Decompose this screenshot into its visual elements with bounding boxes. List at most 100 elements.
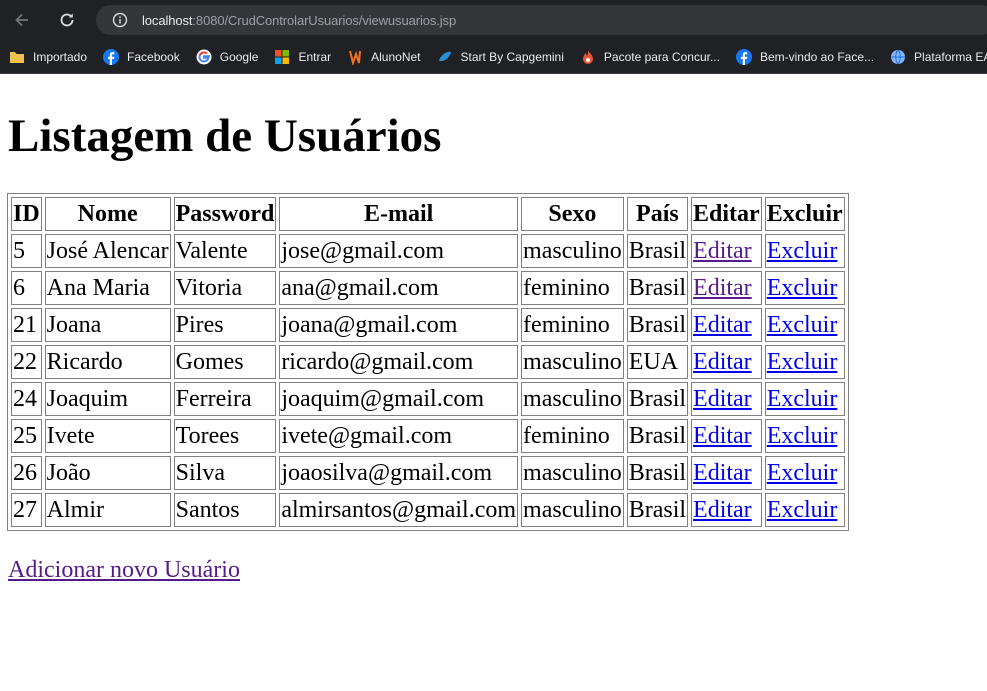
column-header: Editar	[691, 197, 762, 231]
edit-link[interactable]: Editar	[693, 386, 752, 412]
bookmark-item[interactable]: Entrar	[274, 49, 331, 65]
cell-nome: José Alencar	[44, 234, 171, 268]
cell-editar: Editar	[691, 382, 762, 416]
table-body: 5 José Alencar Valente jose@gmail.com mascul…	[11, 234, 845, 527]
cell-email: ricardo@gmail.com	[279, 345, 519, 379]
column-header: ID	[11, 197, 42, 231]
bookmark-label: Entrar	[298, 49, 332, 64]
cell-excluir: Excluir	[764, 234, 845, 268]
cell-excluir: Excluir	[764, 456, 845, 490]
cell-email: almirsantos@gmail.com	[279, 493, 519, 527]
delete-link[interactable]: Excluir	[767, 349, 838, 375]
cell-excluir: Excluir	[764, 271, 845, 305]
cell-editar: Editar	[691, 234, 762, 268]
delete-link[interactable]: Excluir	[767, 386, 838, 412]
bookmark-item[interactable]: Pacote para Concur...	[580, 49, 720, 65]
bookmark-item[interactable]: Plataforma EAD	[890, 49, 987, 65]
bookmark-label: Pacote para Concur...	[603, 49, 720, 64]
page-title: Listagem de Usuários	[8, 110, 442, 162]
cell-sexo: feminino	[521, 271, 624, 305]
cell-editar: Editar	[691, 456, 762, 490]
cell-nome: João	[44, 456, 171, 490]
cell-password: Ferreira	[173, 382, 277, 416]
cell-pais: Brasil	[626, 234, 689, 268]
edit-link[interactable]: Editar	[693, 238, 752, 264]
cell-id: 26	[11, 456, 42, 490]
edit-link[interactable]: Editar	[693, 275, 752, 301]
page-content: Listagem de Usuários ID Nome Password E-mai…	[0, 109, 987, 584]
cell-pais: Brasil	[626, 308, 689, 342]
delete-link[interactable]: Excluir	[767, 238, 838, 264]
cell-id: 25	[11, 419, 42, 453]
delete-link[interactable]: Excluir	[767, 423, 838, 449]
bookmark-label: Importado	[33, 49, 88, 64]
delete-link[interactable]: Excluir	[767, 460, 838, 486]
cell-password: Valente	[173, 234, 277, 268]
cell-id: 5	[11, 234, 42, 268]
delete-link[interactable]: Excluir	[767, 312, 838, 338]
cell-id: 6	[11, 271, 42, 305]
url-host: localhost	[142, 12, 193, 28]
bookmarks-bar: Importado Facebook Google Entrar AlunoNet Sta…	[0, 40, 987, 74]
browser-chrome: localhost:8080/CrudControlarUsuarios/vie…	[0, 0, 987, 74]
cell-excluir: Excluir	[764, 382, 845, 416]
table-row: 22 Ricardo Gomes ricardo@gmail.com masculino…	[11, 345, 845, 379]
table-row: 26 João Silva joaosilva@gmail.com masculino B…	[11, 456, 845, 490]
cell-pais: Brasil	[626, 382, 689, 416]
cell-sexo: masculino	[521, 456, 624, 490]
cell-excluir: Excluir	[764, 345, 845, 379]
info-icon[interactable]	[112, 12, 128, 28]
bookmark-item[interactable]: Start By Capgemini	[437, 49, 564, 65]
add-user-link[interactable]: Adicionar novo Usuário	[8, 557, 240, 584]
globe-icon	[890, 49, 906, 65]
cell-nome: Joana	[44, 308, 171, 342]
back-button[interactable]	[10, 8, 34, 32]
arrow-left-icon	[15, 13, 28, 27]
url-path: :8080/CrudControlarUsuarios/viewusuarios…	[192, 12, 457, 28]
cell-sexo: masculino	[521, 382, 624, 416]
cell-password: Vitoria	[173, 271, 277, 305]
cell-sexo: feminino	[521, 419, 624, 453]
address-bar[interactable]: localhost:8080/CrudControlarUsuarios/vie…	[96, 5, 987, 35]
bookmark-item[interactable]: Importado	[9, 49, 87, 65]
facebook-icon	[735, 48, 752, 65]
bookmark-label: Plataforma EAD	[914, 49, 987, 64]
bookmark-item[interactable]: Bem-vindo ao Face...	[735, 48, 874, 65]
cell-email: joaosilva@gmail.com	[279, 456, 519, 490]
bookmark-label: Google	[219, 49, 259, 64]
bookmark-item[interactable]: AlunoNet	[347, 49, 421, 65]
edit-link[interactable]: Editar	[693, 312, 752, 338]
bookmark-item[interactable]: Facebook	[103, 48, 180, 65]
cell-email: jose@gmail.com	[279, 234, 519, 268]
edit-link[interactable]: Editar	[693, 349, 752, 375]
cell-excluir: Excluir	[764, 493, 845, 527]
cell-nome: Joaquim	[44, 382, 171, 416]
cell-password: Torees	[173, 419, 277, 453]
cell-excluir: Excluir	[764, 308, 845, 342]
delete-link[interactable]: Excluir	[767, 275, 838, 301]
edit-link[interactable]: Editar	[693, 423, 752, 449]
delete-link[interactable]: Excluir	[767, 497, 838, 523]
column-header: Password	[173, 197, 277, 231]
cell-pais: Brasil	[626, 493, 689, 527]
bookmark-item[interactable]: Google	[196, 49, 259, 65]
cell-pais: Brasil	[626, 271, 689, 305]
url-text[interactable]: localhost:8080/CrudControlarUsuarios/vie…	[142, 13, 456, 28]
cell-sexo: masculino	[521, 345, 624, 379]
column-header: E-mail	[279, 197, 519, 231]
cell-excluir: Excluir	[764, 419, 845, 453]
edit-link[interactable]: Editar	[693, 497, 752, 523]
cell-editar: Editar	[691, 419, 762, 453]
table-row: 5 José Alencar Valente jose@gmail.com mascul…	[11, 234, 845, 268]
users-table: ID Nome Password E-mail Sexo País Editar Exclui…	[7, 193, 849, 531]
edit-link[interactable]: Editar	[693, 460, 752, 486]
cell-id: 21	[11, 308, 42, 342]
flame-icon	[580, 49, 596, 65]
bookmark-label: Facebook	[127, 49, 180, 64]
cell-nome: Ivete	[44, 419, 171, 453]
table-row: 21 Joana Pires joana@gmail.com feminino Brasi…	[11, 308, 845, 342]
table-header-row: ID Nome Password E-mail Sexo País Editar Exclui…	[11, 197, 845, 231]
reload-button[interactable]	[55, 8, 79, 32]
cell-email: joana@gmail.com	[279, 308, 519, 342]
cell-sexo: masculino	[521, 234, 624, 268]
